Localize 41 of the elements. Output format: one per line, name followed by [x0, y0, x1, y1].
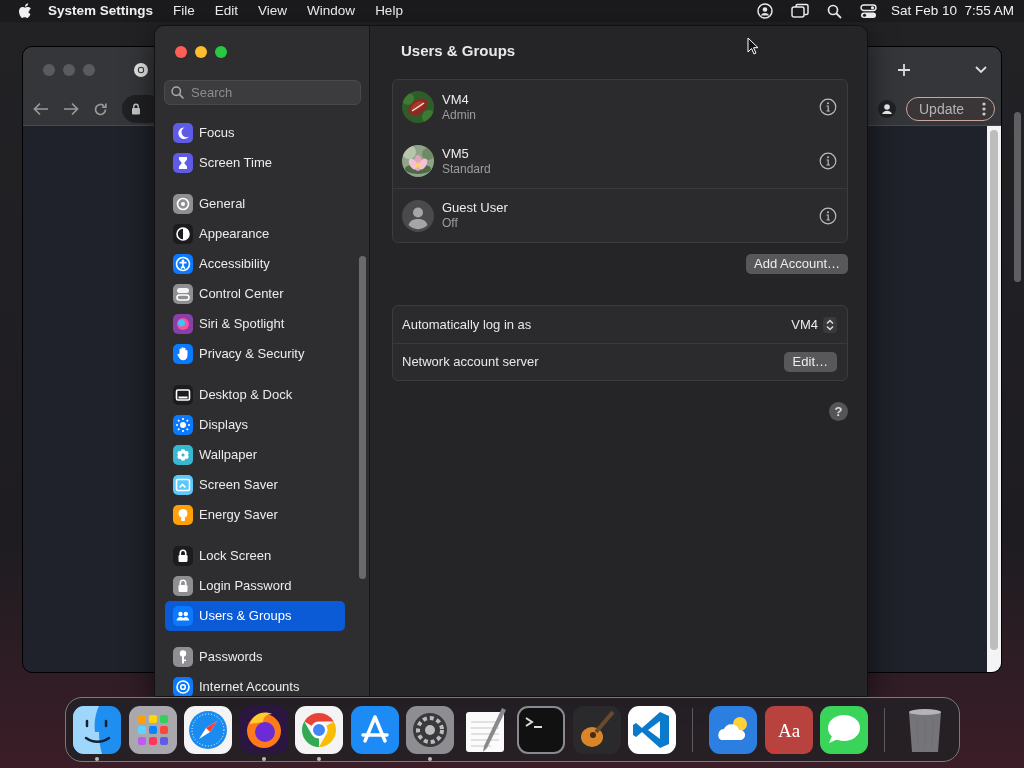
setting-label: Automatically log in as [402, 315, 533, 334]
help-button[interactable]: ? [829, 402, 848, 421]
sidebar-item[interactable]: Siri & Spotlight [165, 309, 345, 339]
sidebar-item[interactable]: Appearance [165, 219, 345, 249]
sidebar-item[interactable]: Login Password [165, 571, 345, 601]
clock: Sat Feb 10 7:55 AM [890, 1, 1014, 20]
setting-label: Network account server [402, 353, 540, 372]
sidebar-item[interactable]: Passwords [165, 642, 345, 672]
sidebar-item[interactable]: Screen Time [165, 148, 345, 178]
sidebar-item[interactable]: Internet Accounts [165, 672, 345, 696]
menu-item[interactable]: Window [297, 0, 366, 22]
sidebar-item[interactable]: Focus [165, 118, 345, 148]
sidebar-item[interactable]: Control Center [165, 279, 345, 309]
sidebar-item[interactable]: Lock Screen [165, 541, 345, 571]
sidebar-item[interactable]: Screen Saver [165, 470, 345, 500]
dictionary-icon[interactable]: Aa [764, 706, 813, 754]
user-role: Off [442, 216, 459, 231]
sidebar-item[interactable]: Displays [165, 410, 345, 440]
user-name: VM5 [442, 145, 470, 162]
menu-item[interactable]: Edit [204, 0, 249, 22]
app-menu[interactable]: System Settings [38, 0, 164, 22]
menu-item[interactable]: View [248, 0, 298, 22]
user-name: Guest User [442, 200, 509, 216]
sidebar-item[interactable]: Privacy & Security [165, 339, 345, 369]
update-button[interactable]: Update [906, 97, 995, 121]
sidebar-item[interactable]: Wallpaper [165, 440, 345, 470]
search-field[interactable]: Search [164, 80, 361, 105]
user-role: Standard [442, 161, 492, 177]
sidebar-item[interactable]: Desktop & Dock [165, 380, 345, 410]
menu-item[interactable]: Help [365, 0, 413, 22]
sidebar-item[interactable]: General [165, 189, 345, 219]
popup-button[interactable]: VM4 [791, 314, 837, 335]
sidebar-item[interactable]: Accessibility [165, 249, 345, 279]
menu-item[interactable]: File [163, 0, 205, 22]
sidebar-item[interactable]: Users & Groups [165, 601, 345, 631]
sidebar-item[interactable]: Energy Saver [165, 500, 345, 530]
page-title: Users & Groups [401, 42, 516, 60]
add-account-button[interactable]: Add Account… [746, 254, 848, 274]
user-name: VM4 [442, 91, 470, 108]
user-role: Admin [442, 107, 477, 123]
edit-button[interactable]: Edit… [783, 352, 837, 372]
